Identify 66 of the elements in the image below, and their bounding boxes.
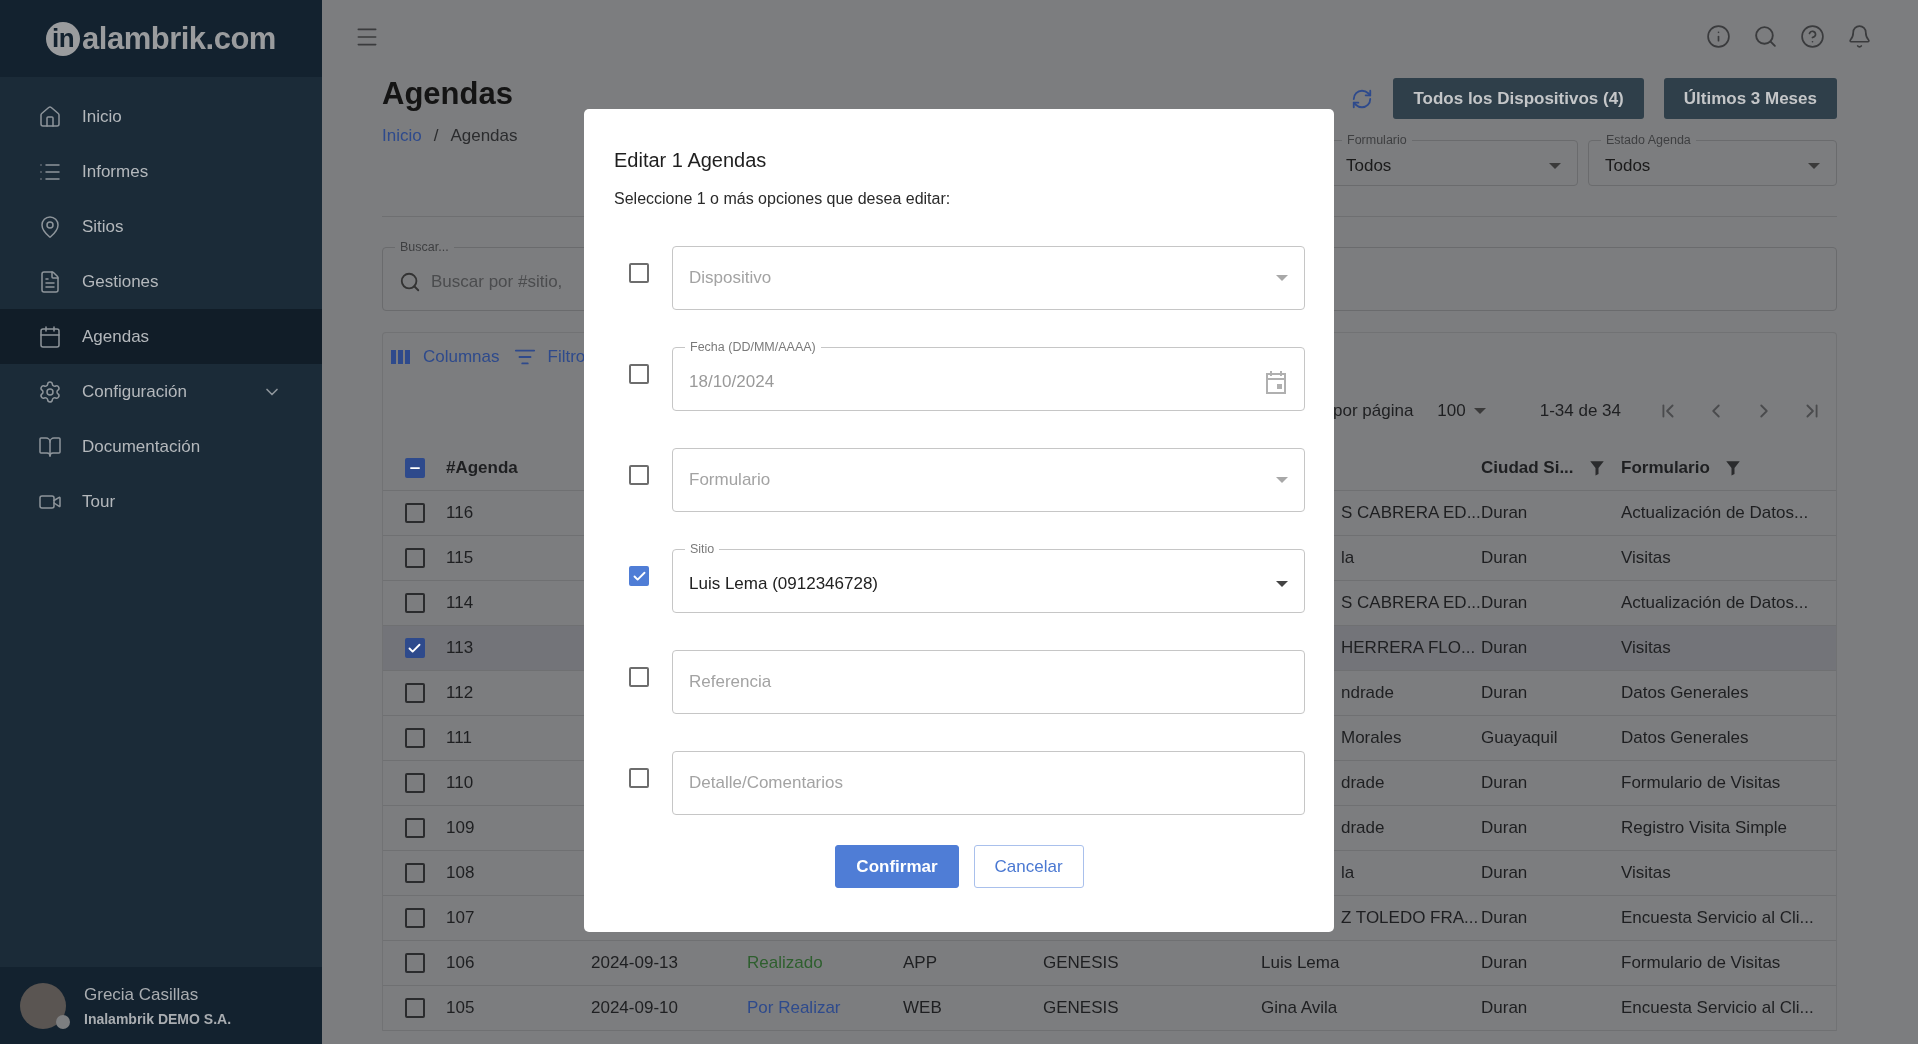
table-cell-text: Duran (1481, 908, 1529, 928)
table-cell-text: Duran (1481, 638, 1529, 658)
table-cell-text: GENESIS (1043, 953, 1120, 973)
table-cell-text: HERRERA FLO... (1340, 638, 1477, 658)
table-cell-text: Duran (1481, 863, 1529, 883)
table-cell-text: 105 (446, 998, 476, 1018)
table-cell-text: Duran (1481, 593, 1529, 613)
table-cell-text: Encuesta Servicio al Cli... (1621, 908, 1815, 928)
table-cell-text: 109 (446, 818, 476, 838)
status-text: Realizado (747, 953, 824, 973)
table-cell-text: 115 (446, 548, 475, 568)
table-cell-text: Datos Generales (1621, 683, 1750, 703)
table-cell-text: la (1340, 863, 1356, 883)
table-cell-text: 114 (446, 593, 475, 613)
table-cell-text: 108 (446, 863, 476, 883)
table-cell-text: Visitas (1621, 863, 1672, 883)
table-cell-text: drade (1340, 773, 1386, 793)
table-cell-text: Duran (1481, 818, 1529, 838)
table-cell-text: Duran (1481, 953, 1529, 973)
table-cell-text: 111 (446, 728, 473, 748)
breadcrumb-separator: / (433, 126, 439, 146)
table-cell-text: drade (1340, 818, 1386, 838)
company-name: Inalambrik DEMO S.A. (84, 1010, 232, 1027)
table-cell-text: Visitas (1621, 638, 1672, 658)
table-cell-text: Formulario de Visitas (1621, 773, 1782, 793)
table-cell-text: WEB (903, 998, 943, 1018)
table-cell-text: Actualización de Datos... (1621, 503, 1810, 523)
page-range: 1-34 de 34 (1539, 401, 1621, 421)
table-cell-text: 110 (446, 773, 475, 793)
table-cell-text: 112 (446, 683, 475, 703)
page-title: Agendas (382, 76, 514, 112)
table-cell-text: Visitas (1621, 548, 1672, 568)
table-cell-text: 2024-09-10 (591, 998, 679, 1018)
dialog-prompt: Seleccione 1 o más opciones que desea editar: (614, 189, 952, 209)
table-cell-text: GENESIS (1043, 998, 1120, 1018)
table-cell-text: S CABRERA ED... (1340, 593, 1481, 613)
table-cell-text: Luis Lema (1261, 953, 1341, 973)
breadcrumb-current: Agendas (450, 126, 518, 146)
table-cell-text: 106 (446, 953, 476, 973)
table-cell-text: Duran (1481, 503, 1529, 523)
table-cell-text: Duran (1481, 548, 1529, 568)
table-cell-text: Registro Visita Simple (1621, 818, 1788, 838)
status-text: Por Realizar (747, 998, 842, 1018)
table-cell-text: APP (903, 953, 939, 973)
table-cell-text: 116 (446, 503, 475, 523)
table-cell-text: Guayaquil (1481, 728, 1559, 748)
table-cell-text: Datos Generales (1621, 728, 1750, 748)
table-cell-text: Duran (1481, 998, 1529, 1018)
table-cell-text: Duran (1481, 773, 1529, 793)
logo: in alambrik.com (46, 20, 276, 57)
table-cell-text: Morales (1340, 728, 1403, 748)
user-name: Grecia Casillas (84, 984, 200, 1005)
table-cell-text: la (1340, 548, 1356, 568)
rows-per-page-label: por página (1333, 401, 1414, 421)
table-cell-text: Duran (1481, 683, 1529, 703)
table-cell-text: Gina Avila (1261, 998, 1339, 1018)
table-cell-text: Formulario de Visitas (1621, 953, 1782, 973)
table-cell-text: Z TOLEDO FRA... (1340, 908, 1480, 928)
dialog-title: Editar 1 Agendas (614, 148, 768, 173)
table-cell-text: 107 (446, 908, 476, 928)
table-cell-text: Actualización de Datos... (1621, 593, 1810, 613)
table-cell-text: Encuesta Servicio al Cli... (1621, 998, 1815, 1018)
table-cell-text: ndrade (1340, 683, 1395, 703)
table-cell-text: 2024-09-13 (591, 953, 679, 973)
table-cell-text: S CABRERA ED... (1340, 503, 1481, 523)
table-cell-text: 113 (446, 638, 475, 658)
